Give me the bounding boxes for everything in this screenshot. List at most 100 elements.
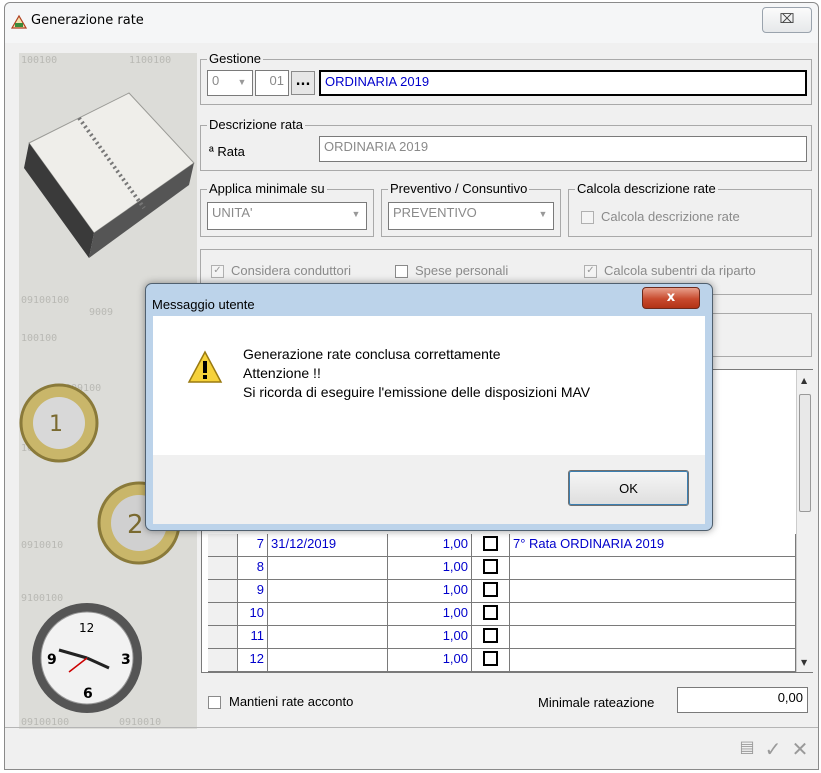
side-digits: 0910010 <box>21 540 64 551</box>
row-header-cell[interactable] <box>208 557 238 580</box>
rata-number-cell[interactable]: 11 <box>238 626 268 649</box>
row-header-cell[interactable] <box>208 626 238 649</box>
rata-description-cell[interactable]: 7° Rata ORDINARIA 2019 <box>510 534 796 557</box>
rata-amount-cell[interactable]: 1,00 <box>388 580 472 603</box>
close-button[interactable]: ⌧ <box>762 7 812 33</box>
svg-text:6: 6 <box>83 686 93 702</box>
confirm-check-icon[interactable]: ✓ <box>760 737 786 763</box>
rata-checkbox-cell[interactable] <box>472 557 510 580</box>
gestione-code1-combo[interactable]: 0 ▼ <box>207 70 253 96</box>
dialog-footer: OK <box>153 455 705 524</box>
scroll-down-icon[interactable]: ▼ <box>801 658 807 667</box>
rata-description-cell[interactable] <box>510 580 796 603</box>
scrollbar-thumb[interactable] <box>799 394 811 512</box>
rata-checkbox[interactable] <box>483 651 498 666</box>
rata-amount-cell[interactable]: 1,00 <box>388 626 472 649</box>
rata-description-cell[interactable] <box>510 626 796 649</box>
chevron-down-icon: ▼ <box>538 209 548 219</box>
rata-amount-cell[interactable]: 1,00 <box>388 603 472 626</box>
considera-checkbox[interactable]: ✓ <box>211 265 224 278</box>
dialog-message-line2: Attenzione !! <box>243 365 321 381</box>
rata-date-cell[interactable] <box>268 649 388 672</box>
rata-prefix-label: ª Rata <box>209 144 245 159</box>
agenda-image <box>24 92 195 258</box>
mantieni-checkbox[interactable] <box>208 696 221 709</box>
rata-amount-cell[interactable]: 1,00 <box>388 534 472 557</box>
rata-number-cell[interactable]: 7 <box>238 534 268 557</box>
chevron-down-icon: ▼ <box>351 209 361 219</box>
subentri-label: Calcola subentri da riparto <box>604 263 756 278</box>
browse-button[interactable]: ... <box>291 71 315 95</box>
rata-date-cell[interactable] <box>268 626 388 649</box>
side-digits: 100100 <box>21 55 58 66</box>
rata-amount-cell[interactable]: 1,00 <box>388 557 472 580</box>
rata-date-cell[interactable]: 31/12/2019 <box>268 534 388 557</box>
side-digits: 100100 <box>21 333 58 344</box>
rata-number-cell[interactable]: 8 <box>238 557 268 580</box>
rata-checkbox[interactable] <box>483 582 498 597</box>
dialog-message-line3: Si ricorda di eseguire l'emissione delle… <box>243 384 591 400</box>
document-icon[interactable]: ▤ <box>736 737 758 763</box>
spese-label: Spese personali <box>415 263 509 278</box>
rata-date-cell[interactable] <box>268 580 388 603</box>
rata-date-cell[interactable] <box>268 557 388 580</box>
rata-checkbox-cell[interactable] <box>472 603 510 626</box>
gestione-name-field[interactable]: ORDINARIA 2019 <box>319 70 807 96</box>
table-row[interactable]: 11 1,00 <box>208 626 796 649</box>
rata-amount-cell[interactable]: 1,00 <box>388 649 472 672</box>
preventivo-label: Preventivo / Consuntivo <box>388 181 530 196</box>
calcola-group: Calcola descrizione rate Calcola descriz… <box>568 181 812 237</box>
gestione-code2-field[interactable]: 01 <box>255 70 289 96</box>
descrizione-group: Descrizione rata ª Rata ORDINARIA 2019 <box>200 117 812 171</box>
minimale-group: Applica minimale su UNITA' ▼ <box>200 181 374 237</box>
preventivo-group: Preventivo / Consuntivo PREVENTIVO ▼ <box>381 181 561 237</box>
minimale-combo[interactable]: UNITA' ▼ <box>207 202 367 230</box>
rata-number-cell[interactable]: 9 <box>238 580 268 603</box>
row-header-cell[interactable] <box>208 649 238 672</box>
subentri-checkbox[interactable]: ✓ <box>584 265 597 278</box>
table-row[interactable]: 10 1,00 <box>208 603 796 626</box>
table-row[interactable]: 8 1,00 <box>208 557 796 580</box>
mantieni-label: Mantieni rate acconto <box>229 694 354 709</box>
side-digits: 1100100 <box>129 55 172 66</box>
table-row[interactable]: 12 1,00 <box>208 649 796 672</box>
rata-checkbox[interactable] <box>483 536 498 551</box>
rata-checkbox-cell[interactable] <box>472 580 510 603</box>
chevron-down-icon: ▼ <box>237 77 247 87</box>
rata-checkbox[interactable] <box>483 559 498 574</box>
table-row[interactable]: 7 31/12/2019 1,00 7° Rata ORDINARIA 2019 <box>208 534 796 557</box>
rata-checkbox[interactable] <box>483 628 498 643</box>
dialog-close-button[interactable]: x <box>642 287 700 309</box>
title-bar: Generazione rate ⌧ <box>5 3 818 43</box>
rata-checkbox[interactable] <box>483 605 498 620</box>
svg-text:1: 1 <box>49 412 63 437</box>
rata-checkbox-cell[interactable] <box>472 649 510 672</box>
rata-checkbox-cell[interactable] <box>472 534 510 557</box>
close-icon: ⌧ <box>779 12 795 27</box>
svg-text:9: 9 <box>47 652 57 668</box>
rata-description-cell[interactable] <box>510 557 796 580</box>
grid-scrollbar[interactable]: ▲ ▼ <box>796 370 813 672</box>
minimale-rateazione-label: Minimale rateazione <box>538 695 655 710</box>
calcola-checkbox[interactable] <box>581 211 594 224</box>
ok-button[interactable]: OK <box>568 470 689 506</box>
descrizione-field[interactable]: ORDINARIA 2019 <box>319 136 807 162</box>
row-header-cell[interactable] <box>208 603 238 626</box>
minimale-label: Applica minimale su <box>207 181 327 196</box>
gestione-group: Gestione 0 ▼ 01 ... ORDINARIA 2019 <box>200 51 812 105</box>
rata-date-cell[interactable] <box>268 603 388 626</box>
svg-text:12: 12 <box>79 621 94 635</box>
rata-number-cell[interactable]: 10 <box>238 603 268 626</box>
cancel-x-icon[interactable]: ✕ <box>787 737 813 763</box>
scroll-up-icon[interactable]: ▲ <box>801 376 807 385</box>
table-row[interactable]: 9 1,00 <box>208 580 796 603</box>
preventivo-combo[interactable]: PREVENTIVO ▼ <box>388 202 554 230</box>
row-header-cell[interactable] <box>208 580 238 603</box>
minimale-rateazione-field[interactable]: 0,00 <box>677 687 808 713</box>
row-header-cell[interactable] <box>208 534 238 557</box>
rata-number-cell[interactable]: 12 <box>238 649 268 672</box>
rata-checkbox-cell[interactable] <box>472 626 510 649</box>
rata-description-cell[interactable] <box>510 649 796 672</box>
rata-description-cell[interactable] <box>510 603 796 626</box>
spese-checkbox[interactable] <box>395 265 408 278</box>
